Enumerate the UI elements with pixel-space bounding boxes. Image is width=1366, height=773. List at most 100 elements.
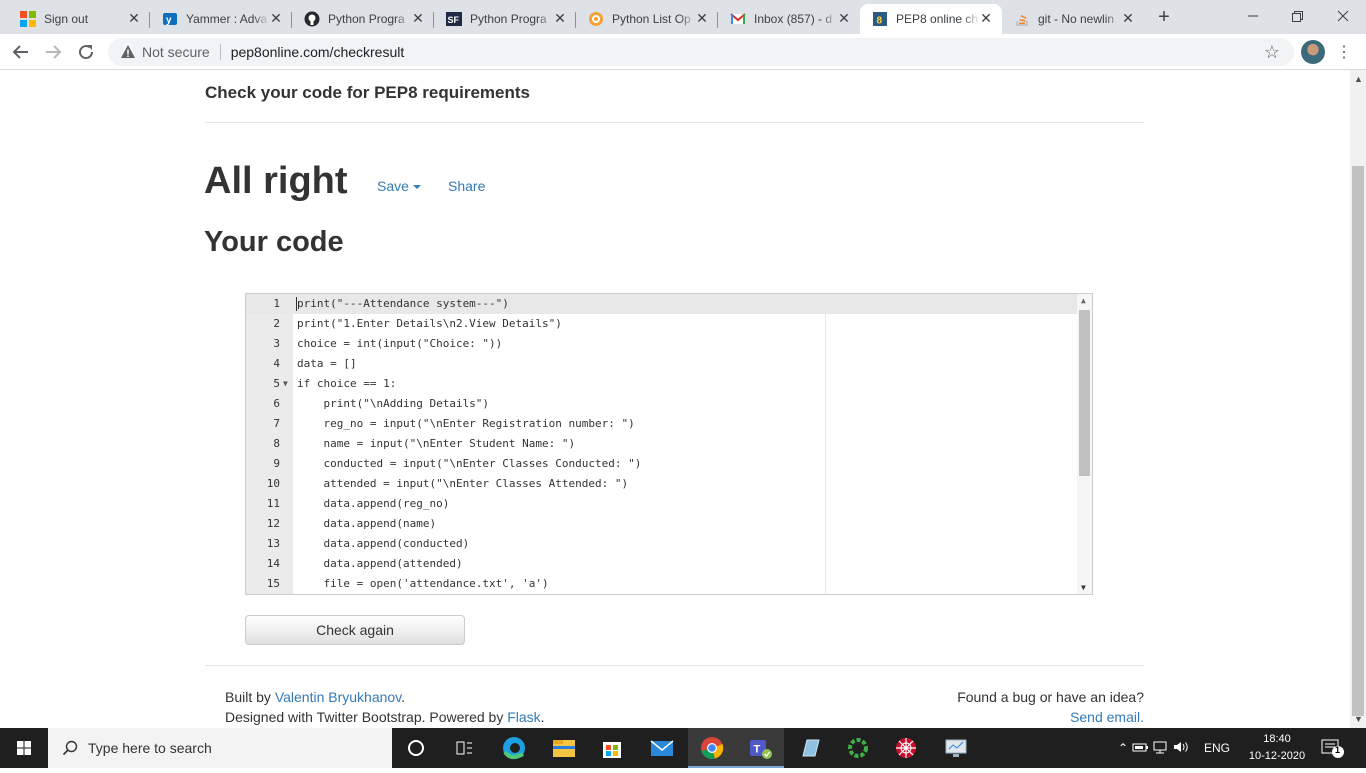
windows-start-icon[interactable] [0,728,48,768]
tab-git-newline[interactable]: git - No newlin ✕ [1002,4,1144,34]
site-brand[interactable]: Check your code for PEP8 requirements [205,83,530,103]
close-tab-icon[interactable]: ✕ [410,10,426,26]
scroll-up-icon[interactable]: ▲ [1081,296,1086,305]
network-icon[interactable] [1152,740,1172,757]
app-monitor-icon[interactable] [932,728,980,768]
code-line[interactable]: 10 attended = input("\nEnter Classes Att… [246,474,1078,494]
profile-avatar[interactable] [1301,40,1325,64]
code-text[interactable]: print("\nAdding Details") [297,394,489,414]
mail-icon[interactable] [638,728,686,768]
editor-scrollbar[interactable]: ▲ ▼ [1077,294,1092,594]
close-window-icon[interactable] [1332,6,1354,26]
code-line[interactable]: 4 data = [] [246,354,1078,374]
forward-arrow-icon[interactable] [41,40,65,64]
code-text[interactable]: data = [] [297,354,357,374]
reload-icon[interactable] [74,40,98,64]
code-text[interactable]: name = input("\nEnter Student Name: ") [297,434,575,454]
store-icon[interactable] [588,728,636,768]
code-line[interactable]: 8 name = input("\nEnter Student Name: ") [246,434,1078,454]
address-bar[interactable]: Not secure pep8online.com/checkresult ☆ [108,38,1294,66]
code-text[interactable]: conducted = input("\nEnter Classes Condu… [297,454,641,474]
code-text[interactable]: data.append(attended) [297,554,462,574]
page-scrollbar[interactable]: ▲ ▼ [1350,70,1366,728]
language-indicator[interactable]: ENG [1204,741,1230,755]
code-editor[interactable]: 1 print("---Attendance system---") 2 print… [245,293,1093,595]
code-line[interactable]: 6 print("\nAdding Details") [246,394,1078,414]
action-center-icon[interactable]: 1 [1320,736,1346,760]
tab-python-github[interactable]: Python Progra ✕ [292,4,434,34]
url-text[interactable]: pep8online.com/checkresult [231,44,405,60]
back-arrow-icon[interactable] [9,40,33,64]
new-tab-plus-icon[interactable]: + [1154,7,1174,27]
svg-text:8: 8 [877,16,883,27]
author-link[interactable]: Valentin Bryukhanov [275,689,401,705]
code-text[interactable]: if choice == 1: [297,374,396,394]
share-link[interactable]: Share [448,178,485,194]
close-tab-icon[interactable]: ✕ [694,10,710,26]
code-text[interactable]: data.append(reg_no) [297,494,449,514]
app-notepad-icon[interactable] [786,728,834,768]
code-line[interactable]: 5 ▼ if choice == 1: [246,374,1078,394]
code-line[interactable]: 2 print("1.Enter Details\n2.View Details"… [246,314,1078,334]
close-tab-icon[interactable]: ✕ [126,10,142,26]
app-spider-icon[interactable] [882,728,930,768]
scroll-down-icon[interactable]: ▼ [1354,714,1363,724]
tab-gmail[interactable]: Inbox (857) - d ✕ [718,4,860,34]
tab-pep8-online[interactable]: 8 PEP8 online ch ✕ [860,4,1002,34]
code-text[interactable]: print("---Attendance system---") [297,294,509,314]
browser-menu-icon[interactable]: ⋮ [1336,42,1352,62]
tab-yammer[interactable]: y Yammer : Adva ✕ [150,4,292,34]
taskbar-search-box[interactable]: Type here to search [48,728,392,768]
cortana-icon[interactable] [392,728,440,768]
editor-scroll-thumb[interactable] [1079,310,1090,476]
restore-icon[interactable] [1286,6,1308,26]
search-placeholder: Type here to search [88,740,212,756]
code-line[interactable]: 7 reg_no = input("\nEnter Registration n… [246,414,1078,434]
close-tab-icon[interactable]: ✕ [978,10,994,26]
check-again-button[interactable]: Check again [245,615,465,645]
code-line[interactable]: 1 print("---Attendance system---") [246,294,1078,314]
close-tab-icon[interactable]: ✕ [552,10,568,26]
code-text[interactable]: reg_no = input("\nEnter Registration num… [297,414,634,434]
code-text[interactable]: data.append(conducted) [297,534,469,554]
code-line[interactable]: 14 data.append(attended) [246,554,1078,574]
code-text[interactable]: attended = input("\nEnter Classes Attend… [297,474,628,494]
warning-triangle-icon[interactable] [120,44,136,60]
close-tab-icon[interactable]: ✕ [1120,10,1136,26]
code-line[interactable]: 13 data.append(conducted) [246,534,1078,554]
security-status-label[interactable]: Not secure [142,44,210,60]
task-view-icon[interactable] [440,728,488,768]
volume-icon[interactable] [1172,740,1196,757]
fold-toggle-icon[interactable]: ▼ [283,374,288,394]
bookmark-star-icon[interactable]: ☆ [1264,42,1280,63]
flask-link[interactable]: Flask [507,709,540,725]
scroll-up-icon[interactable]: ▲ [1354,74,1363,84]
code-line[interactable]: 3 choice = int(input("Choice: ")) [246,334,1078,354]
tab-python-sf[interactable]: SF Python Progra ✕ [434,4,576,34]
close-tab-icon[interactable]: ✕ [268,10,284,26]
file-explorer-icon[interactable] [540,728,588,768]
chrome-icon[interactable] [688,728,736,768]
code-text[interactable]: data.append(name) [297,514,436,534]
code-line[interactable]: 15 file = open('attendance.txt', 'a') [246,574,1078,594]
tab-sign-out[interactable]: Sign out ✕ [8,4,150,34]
scroll-down-icon[interactable]: ▼ [1081,583,1086,592]
taskbar-clock[interactable]: 18:40 10-12-2020 [1244,731,1310,765]
code-text[interactable]: choice = int(input("Choice: ")) [297,334,502,354]
code-line[interactable]: 11 data.append(reg_no) [246,494,1078,514]
page-scroll-thumb[interactable] [1352,166,1364,716]
code-line[interactable]: 9 conducted = input("\nEnter Classes Con… [246,454,1078,474]
code-text[interactable]: file = open('attendance.txt', 'a') [297,574,548,594]
tab-python-list[interactable]: Python List Op ✕ [576,4,718,34]
code-text[interactable]: print("1.Enter Details\n2.View Details") [297,314,562,334]
send-email-link[interactable]: Send email. [1070,709,1144,725]
battery-icon[interactable] [1132,740,1152,757]
save-dropdown[interactable]: Save [377,178,421,194]
edge-icon[interactable] [490,728,538,768]
show-hidden-icons-chevron-icon[interactable]: ⌃ [1114,741,1132,755]
teams-icon[interactable]: T [736,728,784,768]
code-line[interactable]: 12 data.append(name) [246,514,1078,534]
minimize-icon[interactable] [1242,6,1264,26]
app-green-ring-icon[interactable] [834,728,882,768]
close-tab-icon[interactable]: ✕ [836,10,852,26]
